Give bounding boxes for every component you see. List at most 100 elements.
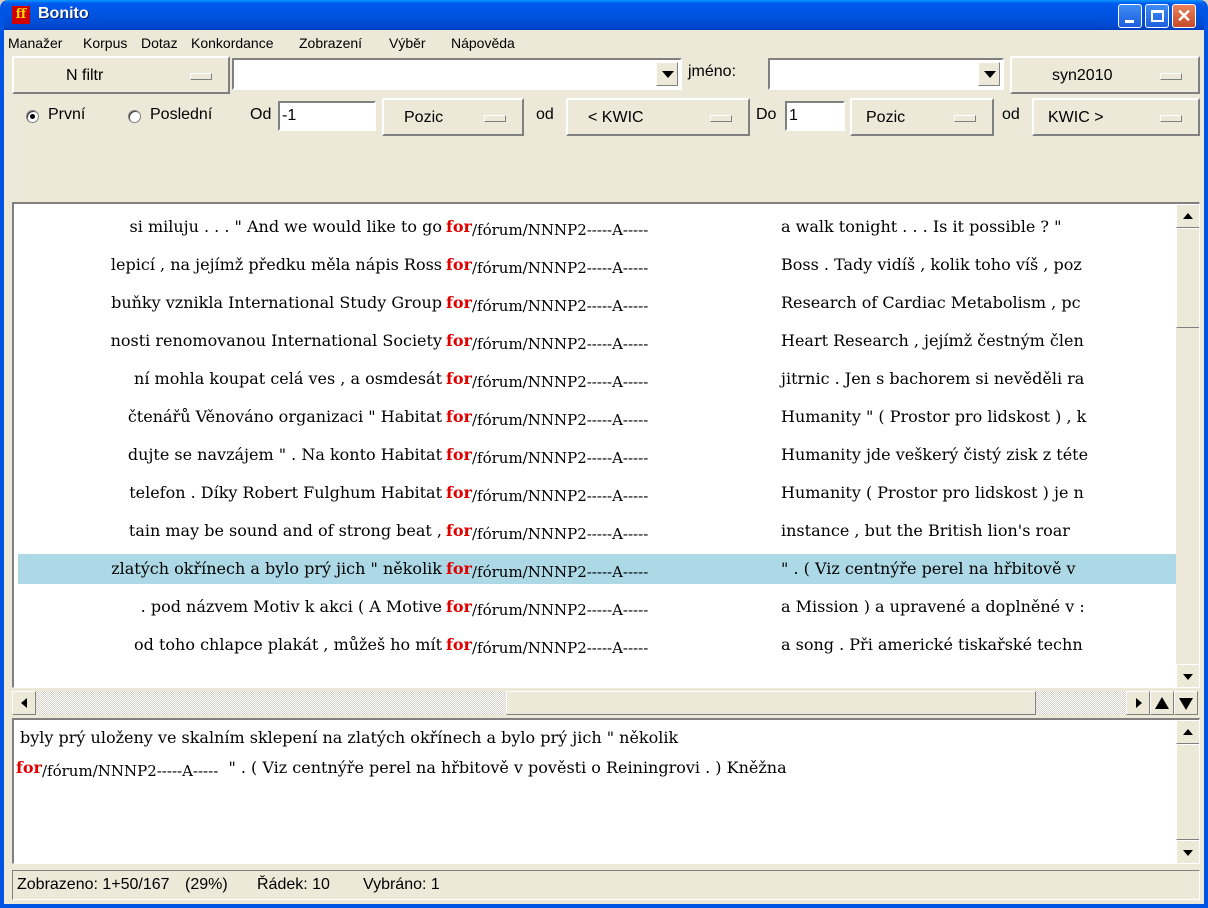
table-row[interactable]: zlatých okřínech a bylo prý jich " někol… (18, 554, 1180, 584)
keyword-tag: /fórum/NNNP2-----A----- (471, 525, 649, 543)
detail-keyword: for (16, 758, 42, 777)
keyword: for (446, 445, 472, 464)
table-row[interactable]: ní mohla koupat celá ves , a osmdesát for… (18, 364, 1180, 394)
menu-dotaz[interactable]: Dotaz (141, 35, 178, 51)
hscroll-track-left[interactable] (36, 691, 506, 715)
detail-vscrollbar[interactable] (1176, 720, 1199, 863)
kwic-cell: for/fórum/NNNP2-----A----- (446, 445, 648, 467)
keyword-tag: /fórum/NNNP2-----A----- (471, 373, 649, 391)
keyword-tag: /fórum/NNNP2-----A----- (471, 563, 649, 581)
hscroll-thumb[interactable] (506, 691, 1036, 715)
left-context: buňky vznikla International Study Group (111, 293, 442, 312)
right-context: Boss . Tady vidíš , kolik toho víš , poz (781, 255, 1082, 274)
kwic-cell: for/fórum/NNNP2-----A----- (446, 597, 648, 619)
scroll-down-icon[interactable] (1176, 664, 1199, 687)
table-row[interactable]: buňky vznikla International Study Group f… (18, 288, 1180, 318)
radio-first[interactable] (26, 110, 39, 123)
table-row[interactable]: telefon . Díky Robert Fulghum Habitat for… (18, 478, 1180, 508)
radio-last[interactable] (128, 110, 141, 123)
menu-napoveda[interactable]: Nápověda (451, 35, 515, 51)
keyword-tag: /fórum/NNNP2-----A----- (471, 297, 649, 315)
detail-tag: /fórum/NNNP2-----A----- (41, 762, 219, 780)
keyword: for (446, 331, 472, 350)
option-indicator-icon (954, 115, 976, 122)
to-unit-menu[interactable]: Pozic (850, 98, 994, 136)
right-context: instance , but the British lion's roar (781, 521, 1070, 540)
scroll-thumb[interactable] (1176, 228, 1199, 328)
kwic-cell: for/fórum/NNNP2-----A----- (446, 635, 649, 657)
menu-bar: Manažer Korpus Dotaz Konkordance Zobraze… (4, 30, 1204, 56)
filter-menu-label: N filtr (66, 67, 104, 84)
keyword: for (446, 255, 472, 274)
from-input[interactable]: -1 (278, 101, 376, 131)
keyword-tag: /fórum/NNNP2-----A----- (471, 259, 649, 277)
name-combobox[interactable] (768, 58, 1004, 90)
to-unit-label: Pozic (866, 109, 906, 126)
kwic-cell: for/fórum/NNNP2-----A----- (446, 293, 649, 315)
kwic-cell: for/fórum/NNNP2-----A----- (446, 255, 649, 277)
right-context: a song . Při americké tiskařské techn (781, 635, 1083, 654)
left-context: . pod názvem Motiv k akci ( A Motive (140, 597, 442, 616)
table-row[interactable]: si miluju . . . " And we would like to g… (18, 212, 1180, 242)
move-up-icon[interactable] (1150, 691, 1174, 715)
option-indicator-icon (1160, 115, 1182, 122)
menu-konkordance[interactable]: Konkordance (191, 35, 274, 51)
keyword: for (446, 635, 472, 654)
menu-manazer[interactable]: Manažer (8, 35, 62, 51)
to-ref-label: KWIC > (1048, 109, 1104, 126)
scroll-thumb[interactable] (1176, 744, 1199, 840)
table-row[interactable]: od toho chlapce plakát , můžeš ho mít for… (18, 630, 1180, 660)
left-context: tain may be sound and of strong beat , (128, 521, 442, 540)
maximize-button[interactable] (1145, 4, 1169, 28)
keyword-tag: /fórum/NNNP2-----A----- (471, 411, 649, 429)
right-context: a Mission ) a upravené a doplněné v : (781, 597, 1085, 616)
keyword-tag: /fórum/NNNP2-----A----- (471, 335, 649, 353)
table-row[interactable]: dujte se navzájem " . Na konto Habitat fo… (18, 440, 1180, 470)
table-row[interactable]: . pod názvem Motiv k akci ( A Motive for/… (18, 592, 1180, 622)
keyword-tag: /fórum/NNNP2-----A----- (471, 221, 649, 239)
move-down-icon[interactable] (1174, 691, 1198, 715)
scroll-right-icon[interactable] (1126, 691, 1150, 715)
table-row[interactable]: nosti renomovanou International Society f… (18, 326, 1180, 356)
hscroll-track-right[interactable] (1036, 691, 1126, 715)
radio-last-label: Poslední (150, 106, 213, 123)
keyword: for (446, 217, 472, 236)
from-ref-menu[interactable]: < KWIC (566, 98, 750, 136)
scroll-left-icon[interactable] (12, 691, 36, 715)
chevron-down-icon[interactable] (656, 62, 678, 86)
table-row[interactable]: tain may be sound and of strong beat , fo… (18, 516, 1180, 546)
minimize-button[interactable] (1118, 4, 1142, 28)
radio-first-label: První (48, 106, 86, 123)
query-combobox[interactable] (232, 58, 682, 90)
close-icon: ✕ (1176, 6, 1192, 26)
to-ref-menu[interactable]: KWIC > (1032, 98, 1200, 136)
scroll-up-icon[interactable] (1176, 204, 1199, 228)
menu-vyber[interactable]: Výběr (389, 35, 426, 51)
concordance-vscrollbar[interactable] (1176, 204, 1199, 687)
left-context: ní mohla koupat celá ves , a osmdesát (134, 369, 442, 388)
menu-korpus[interactable]: Korpus (83, 35, 127, 51)
close-button[interactable]: ✕ (1172, 4, 1196, 28)
title-bar[interactable]: ff Bonito ✕ (4, 0, 1204, 30)
to-input[interactable]: 1 (785, 101, 845, 131)
corpus-menu[interactable]: syn2010 (1010, 56, 1200, 94)
table-row[interactable]: lepicí , na jejímž předku měla nápis Ros… (18, 250, 1180, 280)
chevron-down-icon[interactable] (978, 62, 1000, 86)
menu-zobrazeni[interactable]: Zobrazení (299, 35, 362, 51)
scroll-up-icon[interactable] (1176, 720, 1199, 744)
kwic-cell: for/fórum/NNNP2-----A----- (446, 331, 649, 353)
status-shown: Zobrazeno: 1+50/167 (17, 876, 170, 893)
keyword-tag: /fórum/NNNP2-----A----- (471, 639, 649, 657)
option-indicator-icon (190, 73, 212, 80)
kwic-cell: for/fórum/NNNP2-----A----- (446, 483, 648, 505)
filter-menu[interactable]: N filtr (12, 56, 230, 94)
scroll-down-icon[interactable] (1176, 840, 1199, 863)
from-unit-menu[interactable]: Pozic (382, 98, 524, 136)
status-bar: Zobrazeno: 1+50/167 (29%) Řádek: 10 Vybr… (12, 870, 1200, 900)
table-row[interactable]: čtenářů Věnováno organizaci " Habitat for… (18, 402, 1180, 432)
right-context: Humanity jde veškerý čistý zisk z téte (781, 445, 1089, 464)
option-indicator-icon (484, 115, 506, 122)
left-context: čtenářů Věnováno organizaci " Habitat (127, 407, 442, 426)
right-context: jitrnic . Jen s bachorem si nevěděli ra (781, 369, 1085, 388)
left-context: si miluju . . . " And we would like to g… (129, 217, 442, 236)
